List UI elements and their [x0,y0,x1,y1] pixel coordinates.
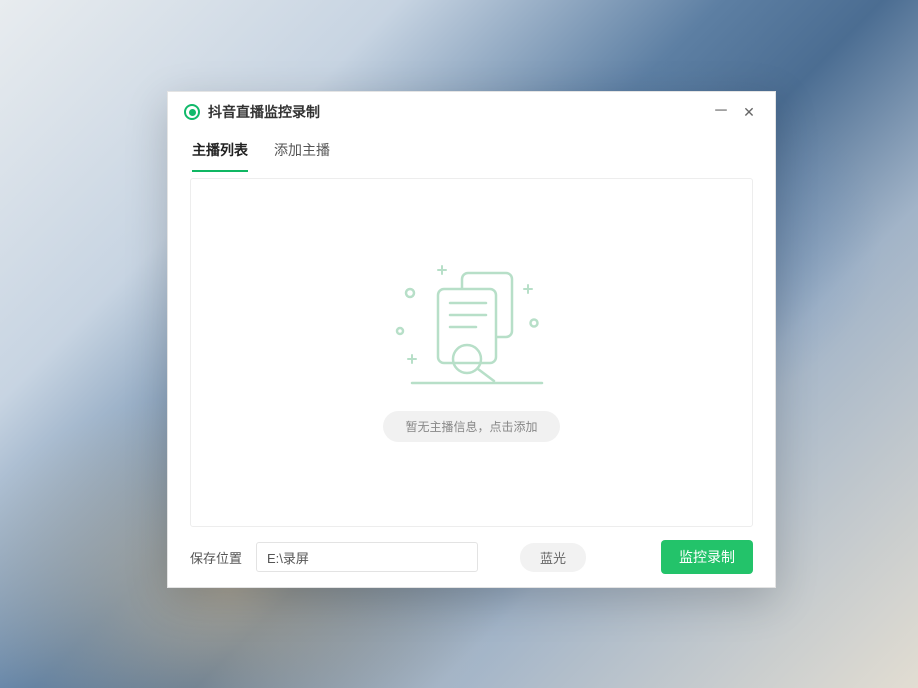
tab-anchor-list[interactable]: 主播列表 [192,134,248,172]
save-location-label: 保存位置 [190,548,242,567]
app-title: 抖音直播监控录制 [208,102,320,122]
titlebar: 抖音直播监控录制 － ✕ [168,92,775,132]
empty-documents-icon [382,263,562,393]
content-panel: 暂无主播信息，点击添加 [190,178,753,527]
footer: 保存位置 蓝光 监控录制 [168,527,775,587]
empty-add-button[interactable]: 暂无主播信息，点击添加 [383,411,559,442]
tabs: 主播列表 添加主播 [168,132,775,172]
minimize-button[interactable]: － [707,95,735,123]
tab-add-anchor[interactable]: 添加主播 [274,134,330,172]
close-button[interactable]: ✕ [735,98,763,126]
main-window: 抖音直播监控录制 － ✕ 主播列表 添加主播 [167,91,776,588]
quality-button[interactable]: 蓝光 [520,543,586,572]
app-logo-icon [184,104,200,120]
record-button[interactable]: 监控录制 [661,540,753,574]
save-location-input[interactable] [256,542,478,572]
